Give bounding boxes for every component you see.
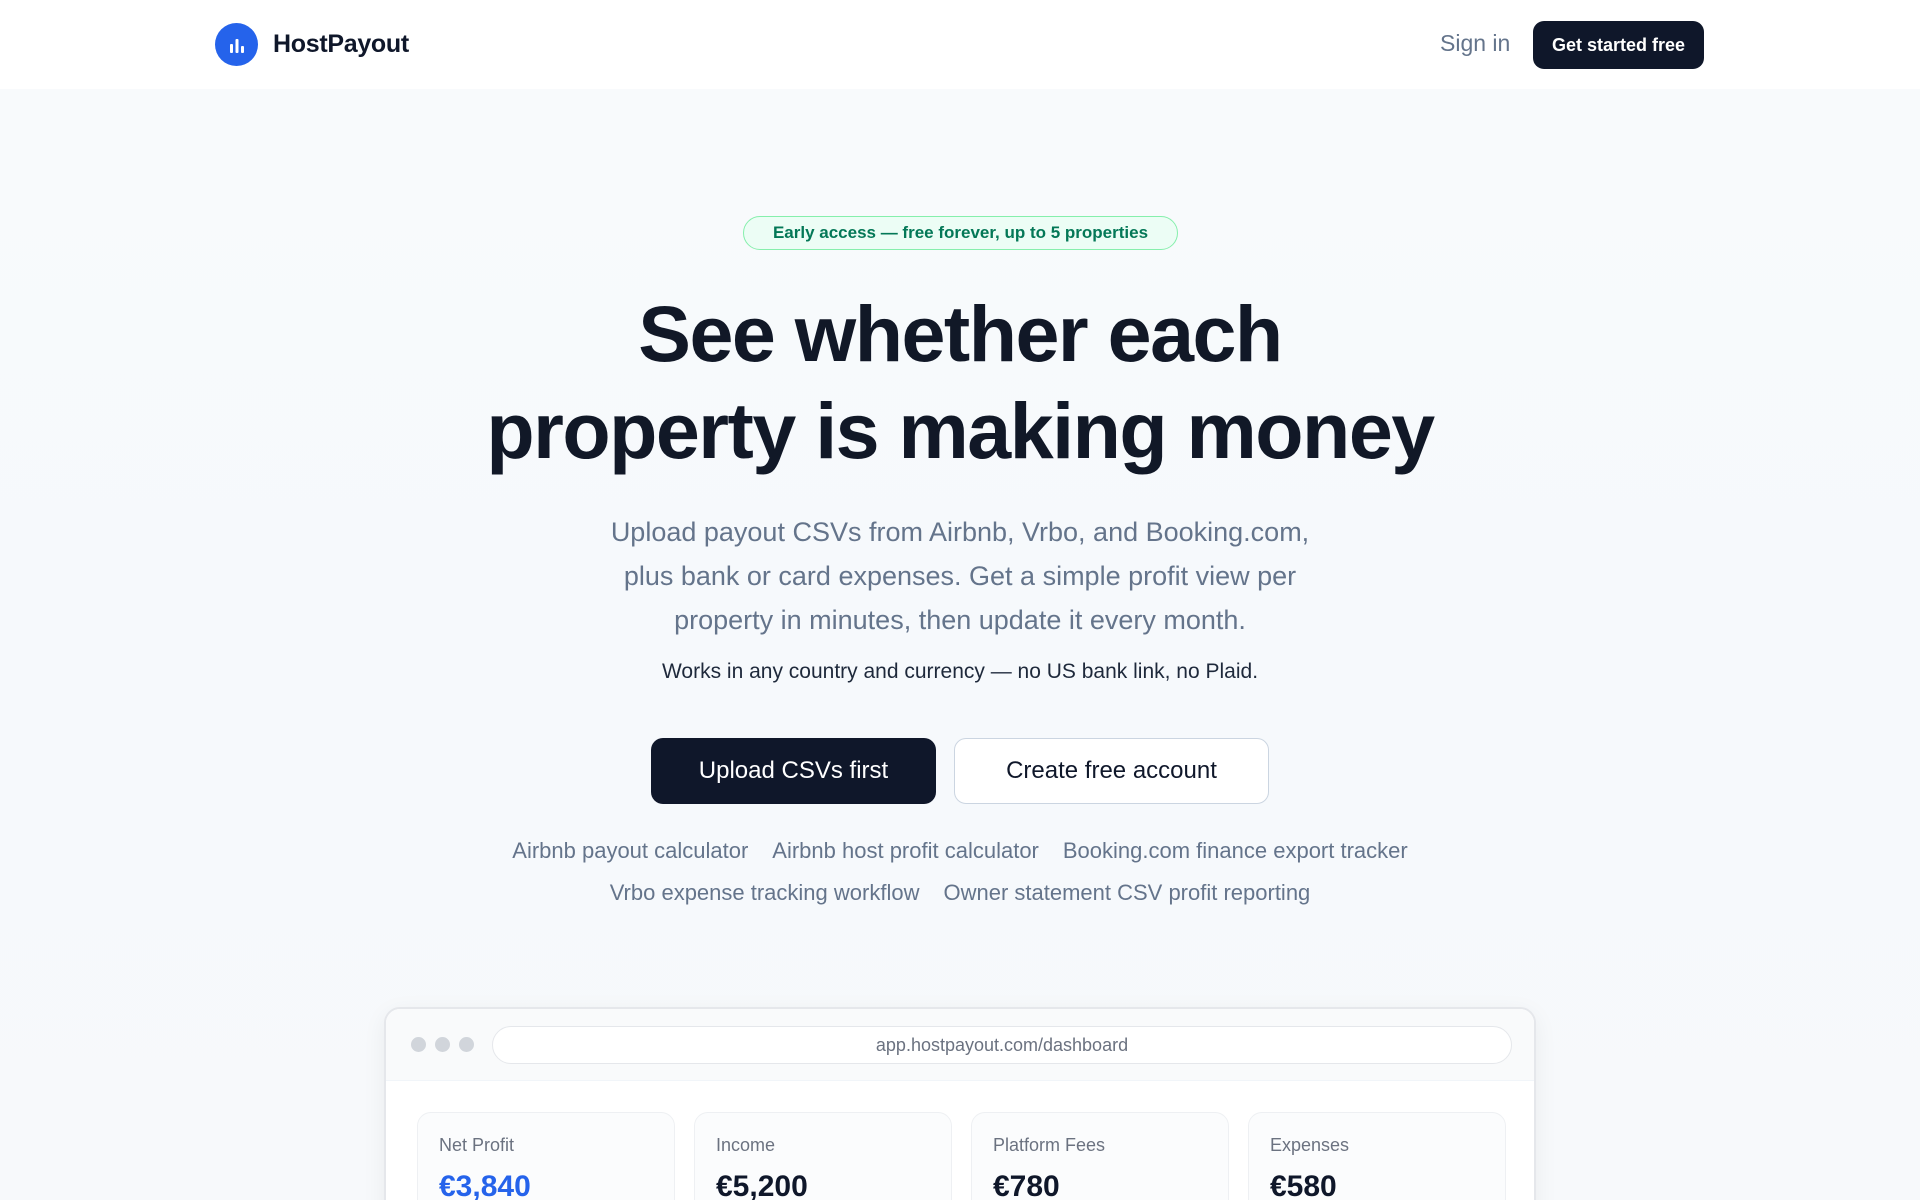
browser-bar: app.hostpayout.com/dashboard (386, 1009, 1534, 1081)
metric-label: Platform Fees (993, 1135, 1106, 1155)
hero-note: Works in any country and currency — no U… (661, 660, 1259, 683)
window-dot-icon (459, 1037, 474, 1052)
metric-value: €5,200 (716, 1170, 808, 1200)
url-bar: app.hostpayout.com/dashboard (492, 1026, 1512, 1064)
headline-line-1: See whether each (638, 289, 1283, 378)
link-airbnb-host-profit-calculator[interactable]: Airbnb host profit calculator (772, 838, 1039, 864)
subtitle-line-3: property in minutes, then update it ever… (674, 605, 1246, 635)
brand[interactable]: HostPayout (215, 23, 409, 66)
metric-value: €580 (1270, 1170, 1337, 1200)
get-started-button[interactable]: Get started free (1533, 21, 1704, 69)
seo-links: Airbnb payout calculator Airbnb host pro… (360, 838, 1560, 906)
bar-chart-icon (215, 23, 258, 66)
headline-line-2: property is making money (486, 386, 1435, 475)
top-navbar: HostPayout Sign in Get started free (0, 0, 1920, 89)
metric-cards: Net Profit €3,840 Income €5,200 Platform… (417, 1112, 1506, 1200)
upload-csvs-button[interactable]: Upload CSVs first (651, 738, 936, 804)
link-owner-statement-reporting[interactable]: Owner statement CSV profit reporting (943, 880, 1310, 906)
window-dot-icon (435, 1037, 450, 1052)
subtitle-line-1: Upload payout CSVs from Airbnb, Vrbo, an… (610, 517, 1310, 547)
metric-value: €780 (993, 1170, 1060, 1200)
link-vrbo-expense-tracking[interactable]: Vrbo expense tracking workflow (610, 880, 920, 906)
metric-label: Income (716, 1135, 776, 1155)
early-access-badge: Early access — free forever, up to 5 pro… (743, 216, 1178, 250)
sign-in-link[interactable]: Sign in (1440, 30, 1510, 57)
create-account-button[interactable]: Create free account (954, 738, 1269, 804)
hero-headline: See whether each property is making mone… (360, 285, 1560, 479)
window-dot-icon (411, 1037, 426, 1052)
metric-label: Expenses (1270, 1135, 1350, 1155)
metric-label: Net Profit (439, 1135, 515, 1155)
subtitle-line-2: plus bank or card expenses. Get a simple… (623, 561, 1297, 591)
metric-card-net-profit: Net Profit €3,840 (417, 1112, 675, 1200)
dashboard-preview: app.hostpayout.com/dashboard Net Profit … (384, 1007, 1536, 1200)
metric-value: €3,840 (439, 1170, 531, 1200)
metric-card-income: Income €5,200 (694, 1112, 952, 1200)
metric-card-expenses: Expenses €580 (1248, 1112, 1506, 1200)
hero-subtitle: Upload payout CSVs from Airbnb, Vrbo, an… (560, 510, 1360, 642)
brand-name: HostPayout (273, 30, 409, 58)
metric-card-platform-fees: Platform Fees €780 (971, 1112, 1229, 1200)
link-airbnb-payout-calculator[interactable]: Airbnb payout calculator (512, 838, 748, 864)
link-booking-finance-export[interactable]: Booking.com finance export tracker (1063, 838, 1408, 864)
